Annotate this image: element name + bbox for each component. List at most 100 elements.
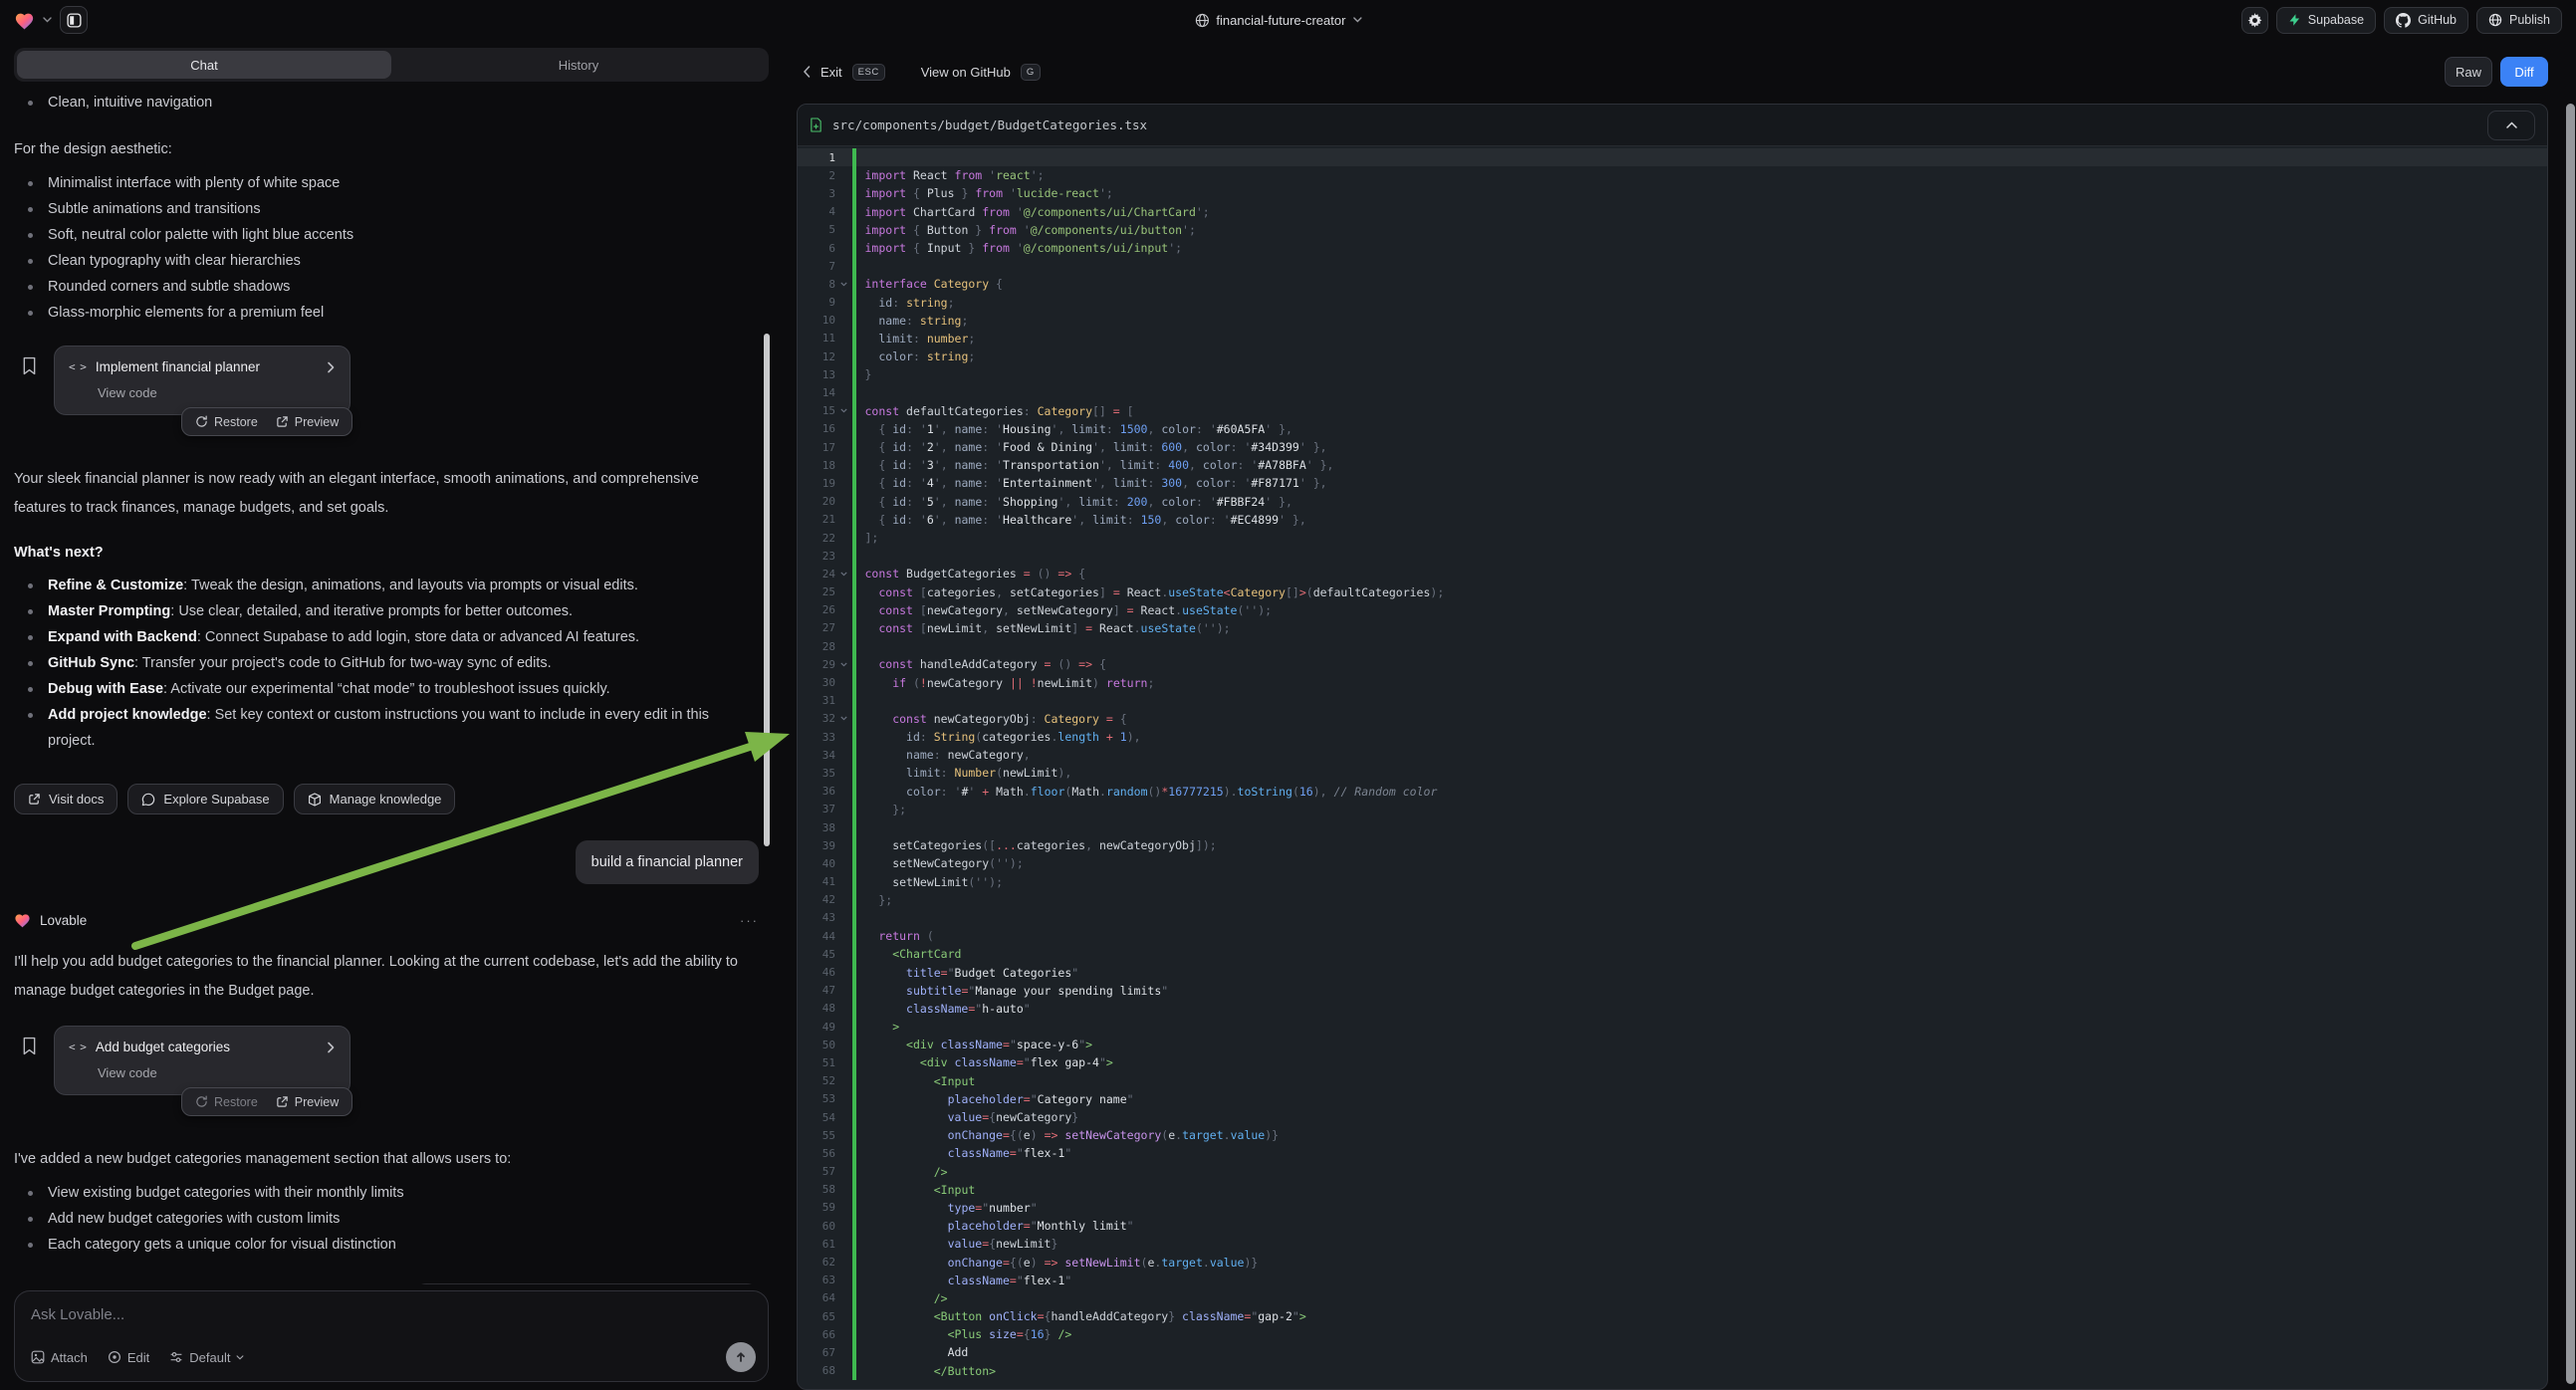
bookmark-icon[interactable]	[22, 1037, 37, 1055]
fold-chevron-icon[interactable]	[835, 570, 852, 579]
version-card-wrap: < >Implement financial planner View code R…	[14, 346, 759, 445]
line-number: 42	[798, 893, 835, 906]
code-line: 25 const [categories, setCategories] = R…	[798, 583, 2547, 601]
exit-button[interactable]: Exit	[820, 65, 842, 80]
code-line: 12 color: string;	[798, 348, 2547, 365]
fold-chevron-icon[interactable]	[835, 406, 852, 415]
line-number: 38	[798, 821, 835, 834]
code-line: 21 { id: '6', name: 'Healthcare', limit:…	[798, 511, 2547, 529]
send-button[interactable]	[726, 1342, 756, 1372]
raw-toggle-button[interactable]: Raw	[2445, 57, 2492, 87]
chip-explore-supabase[interactable]: Explore Supabase	[127, 784, 283, 814]
line-number: 65	[798, 1310, 835, 1323]
chat-scrollbar[interactable]	[764, 334, 770, 846]
line-number: 15	[798, 404, 835, 417]
bullet-list: Minimalist interface with plenty of whit…	[14, 170, 759, 326]
code-line: 63 className="flex-1"	[798, 1272, 2547, 1289]
code-text: const defaultCategories: Category[] = [	[856, 404, 1134, 418]
code-text: const newCategoryObj: Category = {	[856, 712, 1127, 726]
bullet-item: View existing budget categories with the…	[14, 1180, 735, 1206]
code-line: 57 />	[798, 1163, 2547, 1181]
diff-toggle-button[interactable]: Diff	[2500, 57, 2548, 87]
message-options-button[interactable]: ···	[740, 913, 759, 928]
view-code-link[interactable]: View code	[98, 385, 336, 400]
view-on-github-button[interactable]: View on GitHub	[921, 65, 1011, 80]
file-header[interactable]: src/components/budget/BudgetCategories.t…	[798, 105, 2547, 146]
line-number: 52	[798, 1074, 835, 1087]
collapse-file-button[interactable]	[2487, 111, 2535, 140]
settings-button[interactable]	[2241, 7, 2268, 34]
chat-paragraph: I'll help you add budget categories to t…	[14, 948, 741, 1006]
attach-button[interactable]: Attach	[31, 1350, 88, 1365]
fold-chevron-icon[interactable]	[835, 660, 852, 669]
chip-manage-knowledge[interactable]: Manage knowledge	[294, 784, 456, 814]
version-title: Implement financial planner	[96, 359, 260, 374]
publish-button[interactable]: Publish	[2476, 7, 2562, 34]
diff-file-card: src/components/budget/BudgetCategories.t…	[797, 104, 2548, 1390]
code-text: color: '#' + Math.floor(Math.random()*16…	[856, 785, 1438, 799]
code-text: const [categories, setCategories] = Reac…	[856, 585, 1445, 599]
line-number: 67	[798, 1346, 835, 1359]
view-code-link[interactable]: View code	[98, 1065, 336, 1080]
code-line: 10 name: string;	[798, 312, 2547, 330]
file-added-icon	[810, 117, 822, 132]
project-name: financial-future-creator	[1216, 13, 1345, 28]
version-card[interactable]: < >Implement financial planner View code	[54, 346, 351, 415]
code-line: 6import { Input } from '@/components/ui/…	[798, 239, 2547, 257]
package-icon	[308, 793, 322, 807]
code-line: 17 { id: '2', name: 'Food & Dining', lim…	[798, 438, 2547, 456]
prompt-composer[interactable]: Ask Lovable... Attach Edit Default	[14, 1290, 769, 1382]
code-text: Add	[856, 1345, 969, 1359]
github-button[interactable]: GitHub	[2384, 7, 2468, 34]
line-number: 25	[798, 585, 835, 598]
version-card-title-row: < >Implement financial planner	[69, 359, 336, 374]
version-card[interactable]: < >Add budget categoriesView code	[54, 1026, 351, 1095]
code-text: onChange={(e) => setNewLimit(e.target.va…	[856, 1256, 1259, 1270]
code-text: interface Category {	[856, 277, 1003, 291]
bookmark-icon[interactable]	[22, 356, 37, 375]
code-text: { id: '5', name: 'Shopping', limit: 200,…	[856, 495, 1292, 509]
preview-button[interactable]: Preview	[267, 408, 348, 435]
restore-button[interactable]: Restore	[186, 1088, 267, 1115]
bullet-item: Each category gets a unique color for vi…	[14, 1232, 735, 1258]
code-line: 52 <Input	[798, 1072, 2547, 1090]
restore-button[interactable]: Restore	[186, 408, 267, 435]
line-number: 47	[798, 984, 835, 997]
tab-history[interactable]: History	[391, 51, 766, 79]
model-selector[interactable]: Default	[169, 1350, 244, 1365]
fold-chevron-icon[interactable]	[835, 714, 852, 723]
code-line: 41 setNewLimit('');	[798, 873, 2547, 891]
preview-button[interactable]: Preview	[267, 1088, 348, 1115]
code-line: 4import ChartCard from '@/components/ui/…	[798, 203, 2547, 221]
logo-caret-icon[interactable]	[43, 17, 52, 23]
diff-added-bar	[852, 692, 856, 710]
code-text: <div className="flex gap-4">	[856, 1055, 1113, 1069]
heart-icon	[14, 912, 31, 928]
code-toolbar: Exit ESC View on GitHub G Raw Diff	[797, 52, 2548, 92]
chevron-up-icon	[2506, 121, 2517, 128]
prompt-input[interactable]: Ask Lovable...	[31, 1306, 752, 1323]
sidebar-toggle-button[interactable]	[60, 6, 88, 34]
version-actions: RestorePreview	[181, 1087, 352, 1116]
tab-chat[interactable]: Chat	[17, 51, 391, 79]
bullet-list: Clean, intuitive navigation	[14, 90, 759, 116]
line-number: 12	[798, 350, 835, 363]
project-switcher[interactable]: financial-future-creator	[1194, 0, 1361, 40]
bullet-item: Minimalist interface with plenty of whit…	[14, 170, 735, 196]
supabase-button[interactable]: Supabase	[2276, 7, 2376, 34]
code-line: 3import { Plus } from 'lucide-react';	[798, 184, 2547, 202]
chip-visit-docs[interactable]: Visit docs	[14, 784, 117, 814]
code-line: 30 if (!newCategory || !newLimit) return…	[798, 673, 2547, 691]
code-line: 7	[798, 257, 2547, 275]
fold-chevron-icon[interactable]	[835, 280, 852, 289]
window-scrollbar[interactable]	[2566, 104, 2575, 1384]
line-number: 53	[798, 1092, 835, 1105]
code-line: 62 onChange={(e) => setNewLimit(e.target…	[798, 1253, 2547, 1271]
chevron-left-icon[interactable]	[803, 66, 811, 78]
code-text: <Button onClick={handleAddCategory} clas…	[856, 1309, 1306, 1323]
edit-mode-button[interactable]: Edit	[108, 1350, 149, 1365]
code-text: name: string;	[856, 314, 969, 328]
code-line: 2import React from 'react';	[798, 166, 2547, 184]
code-line: 9 id: string;	[798, 294, 2547, 312]
lovable-logo[interactable]	[14, 11, 35, 30]
